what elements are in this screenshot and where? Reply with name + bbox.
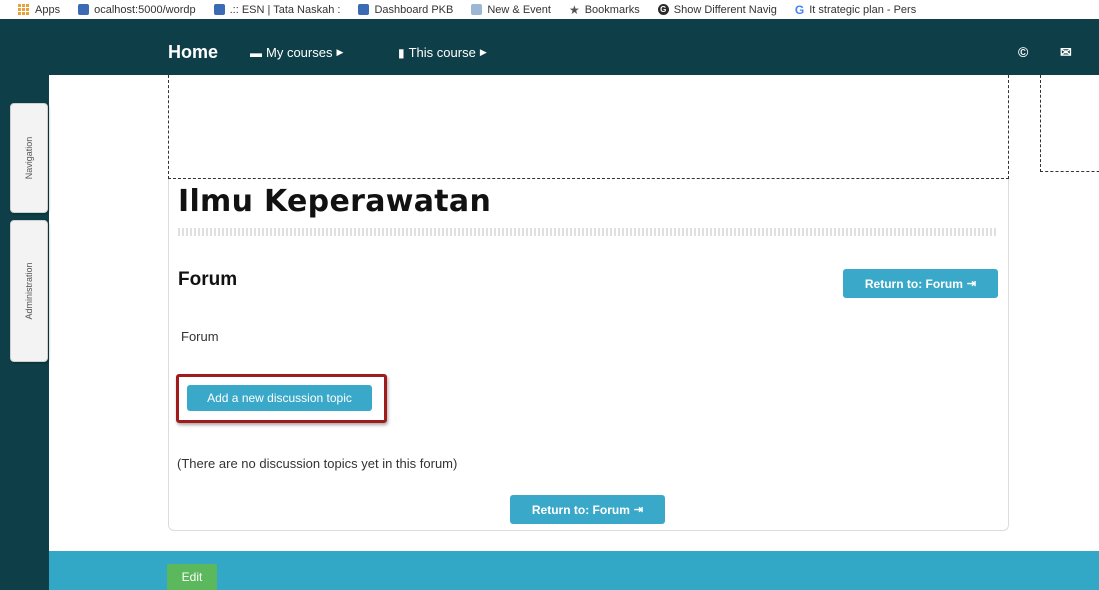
forum-description: Forum <box>181 329 219 344</box>
nav-home-link[interactable]: Home <box>168 42 218 63</box>
nav-this-course[interactable]: ▮ This course ▶ <box>398 45 487 60</box>
return-to-forum-button-bottom[interactable]: Return to: Forum ⇥ <box>510 495 665 524</box>
briefcase-icon: ▬ <box>250 45 262 60</box>
bookmark-label: Apps <box>35 3 61 16</box>
side-tab-label: Administration <box>24 262 34 320</box>
site-favicon-icon <box>78 4 90 15</box>
bookmark-label: New & Event <box>487 3 551 16</box>
block-placeholder-right <box>1040 75 1099 172</box>
return-to-forum-button-top[interactable]: Return to: Forum ⇥ <box>843 269 998 298</box>
block-placeholder <box>168 75 1009 179</box>
bookmarks-bar: Apps ocalhost:5000/wordp .:: ESN | Tata … <box>0 0 1099 19</box>
user-circle-icon[interactable]: © <box>1018 44 1028 60</box>
bookmark-it-plan[interactable]: G It strategic plan - Pers <box>795 3 916 17</box>
nav-my-courses-label: My courses <box>266 45 333 60</box>
bookmark-apps[interactable]: Apps <box>18 3 61 16</box>
bookmark-localhost[interactable]: ocalhost:5000/wordp <box>78 4 196 16</box>
add-discussion-topic-button[interactable]: Add a new discussion topic <box>187 385 372 411</box>
caret-right-icon: ▶ <box>336 47 344 57</box>
bookmark-label: Dashboard PKB <box>374 3 454 16</box>
bookmark-label: ocalhost:5000/wordp <box>94 3 196 16</box>
nav-this-course-label: This course <box>408 45 476 60</box>
google-icon: G <box>794 2 805 17</box>
empty-state-text: (There are no discussion topics yet in t… <box>177 456 458 471</box>
bookmark-label: Bookmarks <box>584 3 640 16</box>
top-navbar <box>0 19 1099 75</box>
bookmark-label: .:: ESN | Tata Naskah : <box>229 3 341 16</box>
bookmark-esn[interactable]: .:: ESN | Tata Naskah : <box>213 3 341 16</box>
bookmark-news[interactable]: New & Event <box>471 4 551 16</box>
book-icon: ▮ <box>398 45 405 60</box>
bookmark-dashboard[interactable]: Dashboard PKB <box>358 4 453 16</box>
site-favicon-icon <box>358 4 370 15</box>
side-tab-navigation[interactable]: Navigation <box>10 103 48 213</box>
caret-right-icon: ▶ <box>479 47 487 57</box>
sign-in-icon: ⇥ <box>633 504 644 516</box>
site-favicon-icon <box>471 4 483 15</box>
g-favicon-icon: G <box>657 4 669 15</box>
bookmark-label: Show Different Navig <box>673 3 777 16</box>
forum-heading: Forum <box>178 269 238 290</box>
button-label: Return to: Forum <box>531 502 630 517</box>
star-icon: ★ <box>568 2 580 17</box>
sign-in-icon: ⇥ <box>966 278 977 290</box>
envelope-icon[interactable]: ✉ <box>1060 44 1072 61</box>
edit-button[interactable]: Edit <box>167 564 217 590</box>
page-title: Ilmu Keperawatan <box>178 184 492 219</box>
site-favicon-icon <box>213 4 225 15</box>
button-label: Return to: Forum <box>864 276 963 291</box>
bookmark-bookmarks[interactable]: ★ Bookmarks <box>569 3 640 17</box>
nav-my-courses[interactable]: ▬ My courses ▶ <box>250 45 343 60</box>
title-divider <box>178 228 998 236</box>
apps-grid-icon <box>18 3 30 16</box>
bookmark-label: It strategic plan - Pers <box>809 3 917 16</box>
bookmark-show-nav[interactable]: G Show Different Navig <box>657 3 777 16</box>
side-tab-administration[interactable]: Administration <box>10 220 48 362</box>
side-tab-label: Navigation <box>24 136 34 180</box>
